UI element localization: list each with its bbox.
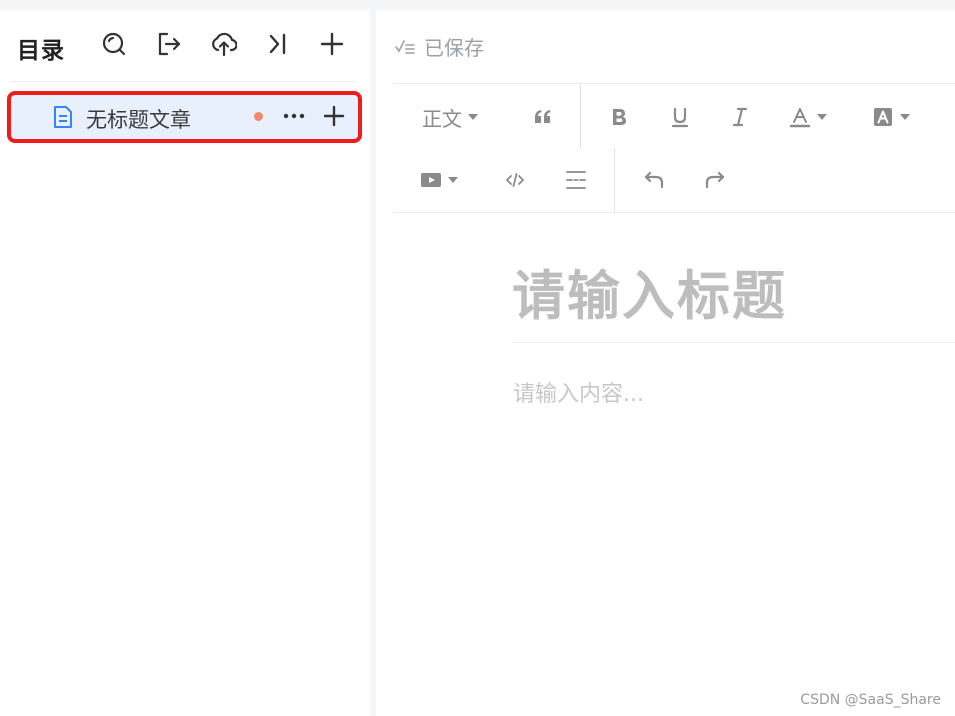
save-status: 已保存 [394, 32, 484, 61]
add-icon[interactable] [317, 29, 347, 59]
tree-item-label: 无标题文章 [86, 108, 191, 132]
add-child-icon[interactable] [322, 104, 346, 128]
toolbar-separator [614, 148, 615, 212]
redo-icon [705, 171, 725, 189]
content-input[interactable]: 请输入内容... [513, 376, 644, 408]
italic-icon [732, 107, 748, 127]
bold-button[interactable] [604, 102, 634, 132]
redo-button[interactable] [700, 165, 730, 195]
search-icon[interactable] [99, 29, 129, 59]
saved-check-icon [395, 39, 415, 54]
watermark: CSDN @SaaS_Share [800, 692, 941, 708]
font-color-dropdown[interactable] [789, 102, 827, 132]
title-underline [512, 342, 955, 343]
font-color-icon [789, 108, 811, 128]
upload-icon[interactable] [209, 29, 239, 59]
quote-button[interactable] [528, 102, 558, 132]
background-color-dropdown[interactable] [872, 102, 910, 132]
sidebar-header: 目录 [0, 10, 370, 82]
more-icon[interactable] [282, 104, 306, 128]
editor-pane: 已保存 正文 请输入标题 请输入内容... [376, 10, 955, 716]
chevron-down-icon [448, 177, 458, 183]
undo-button[interactable] [639, 165, 669, 195]
underline-icon [671, 107, 689, 128]
export-icon[interactable] [154, 29, 184, 59]
toolbar-divider [394, 212, 955, 213]
sidebar: 目录 无标题文章 [0, 10, 370, 716]
text-style-label: 正文 [422, 106, 462, 131]
text-style-dropdown[interactable]: 正文 [422, 102, 478, 132]
divider-button[interactable] [561, 165, 591, 195]
tree-item-untitled-article[interactable]: 无标题文章 [10, 94, 360, 140]
toolbar-divider [394, 83, 955, 84]
sidebar-divider [10, 81, 356, 82]
quote-icon [535, 110, 551, 123]
sidebar-title: 目录 [17, 38, 65, 64]
save-status-text: 已保存 [424, 36, 484, 60]
chevron-down-icon [817, 114, 827, 120]
video-icon [421, 173, 441, 187]
chevron-down-icon [468, 114, 478, 120]
background-color-icon [874, 108, 892, 126]
app-window: 目录 无标题文章 已保存 正文 请输入标题 请输入内容... CSDN @Saa… [0, 0, 955, 716]
code-button[interactable] [500, 165, 530, 195]
document-icon [54, 106, 72, 128]
italic-button[interactable] [725, 102, 755, 132]
video-dropdown[interactable] [420, 165, 458, 195]
undo-icon [644, 171, 664, 189]
unsaved-indicator [254, 112, 263, 121]
code-icon [506, 173, 524, 187]
bold-icon [613, 109, 626, 125]
horizontal-rule-icon [566, 171, 586, 189]
chevron-down-icon [900, 114, 910, 120]
underline-button[interactable] [665, 102, 695, 132]
collapse-icon[interactable] [263, 29, 293, 59]
title-input[interactable]: 请输入标题 [512, 254, 787, 330]
toolbar-separator [580, 84, 581, 148]
